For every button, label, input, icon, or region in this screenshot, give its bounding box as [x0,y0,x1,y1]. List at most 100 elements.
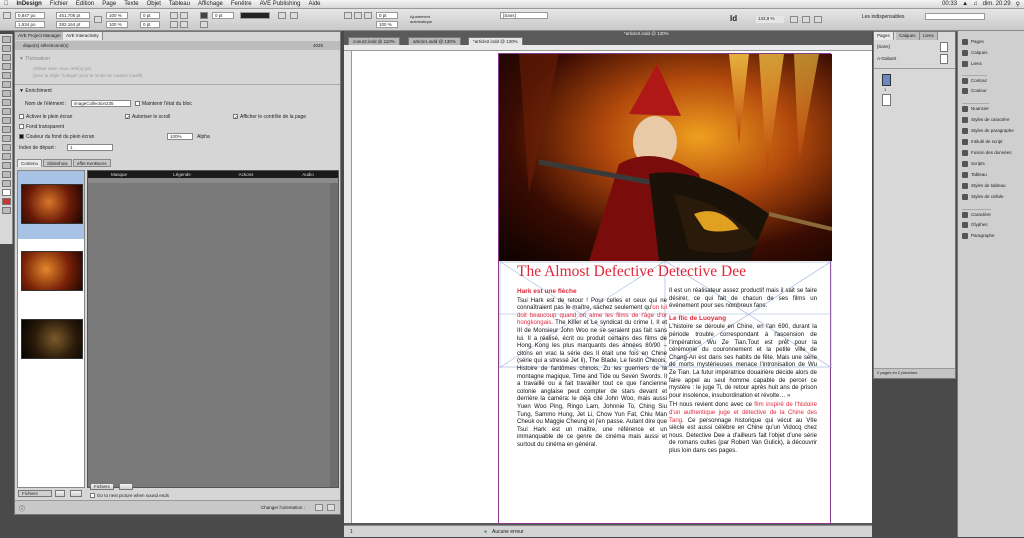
zoom-tool-icon[interactable] [1,180,11,187]
slide-thumbnail[interactable] [21,184,83,224]
fx-icon[interactable] [278,12,286,19]
x-field[interactable]: 0,847 po [15,12,45,19]
hand-tool-icon[interactable] [1,171,11,178]
stroke-icon[interactable] [1,198,11,205]
master-a-thumb[interactable] [940,54,948,64]
preview-mode-icon[interactable] [1,207,11,214]
type-tool-icon[interactable] [1,72,11,79]
panel-btn-nuancier[interactable]: Nuancier [962,103,990,113]
tab-contenu[interactable]: Contenu [17,159,43,167]
scale-y-field[interactable]: 100 % [106,21,128,28]
tab-calques[interactable]: Calques [896,32,920,40]
wifi-icon[interactable]: ▲ [962,1,968,7]
rectangle-tool-icon[interactable] [1,117,11,124]
scissors-tool-icon[interactable] [1,126,11,133]
table-row[interactable] [88,178,338,183]
constrain-proportions-icon[interactable] [94,16,102,23]
page-2-thumb[interactable] [882,94,891,106]
panel-btn-caractere[interactable]: Caractère [962,209,991,219]
search-field[interactable] [925,13,985,20]
note-tool-icon[interactable] [1,153,11,160]
swatch-dropdown[interactable]: [Sans] [500,12,548,19]
vertical-ruler[interactable] [344,51,352,523]
tab-kenburns[interactable]: effet KenBurns [73,159,111,167]
document-page[interactable]: The Almost Defective Detective Dee Hark … [498,53,832,524]
slide-thumbnail[interactable] [21,251,83,291]
gradient-tool-icon[interactable] [1,144,11,151]
column-audio[interactable]: Audio [278,171,338,178]
column-legende[interactable]: Légende [150,171,214,178]
stroke-type-dropdown[interactable] [240,12,270,19]
pen-tool-icon[interactable] [1,90,11,97]
files-dropdown[interactable]: Fichiers [18,490,52,497]
panel-btn-paragraphe[interactable]: Paragraphe [962,231,995,241]
tab-liens[interactable]: Liens [920,32,938,40]
menu-app[interactable]: InDesign [13,1,46,7]
rotate-cw-icon[interactable] [170,12,178,19]
width-field[interactable]: 451,705 pt [56,12,90,19]
master-none[interactable]: [Sans] [877,44,890,49]
tab-ave-interactivity[interactable]: AVE Interactivity [63,32,103,40]
menu-fichier[interactable]: Fichier [46,1,72,7]
article-title[interactable]: The Almost Defective Detective Dee [517,263,746,281]
panel-btn-tableau[interactable]: Tableau [962,170,987,180]
fullscreen-checkbox[interactable]: Activer le plein écran [19,114,72,120]
zoom-icon[interactable]: Id [730,14,737,23]
doc-tab-coeur2[interactable]: coeur2.indd @ 110% [348,37,400,45]
transparent-bg-checkbox[interactable]: Fond transparent [19,124,64,130]
stroke-weight-field[interactable]: 0 pt [212,12,234,19]
free-transform-tool-icon[interactable] [1,135,11,142]
panel-btn-couleur[interactable]: Couleur [962,86,987,96]
portrait-icon[interactable] [315,504,323,511]
page-number-field[interactable]: 1 [350,526,353,538]
master-none-thumb[interactable] [940,42,948,52]
fit-frame-icon[interactable] [354,12,362,19]
allow-scroll-checkbox[interactable]: ✓ Autoriser le scroll [125,114,170,121]
doc-tab-article2[interactable]: *article2.indd @ 130% [468,37,523,45]
clock[interactable]: dim. 20:29 [983,1,1011,7]
column-masque[interactable]: Masque [88,171,150,178]
panel-btn-char-styles[interactable]: Styles de caractère [962,115,1010,125]
arrange-docs-icon[interactable] [814,16,822,23]
preflight-status-icon[interactable]: ● [484,526,487,538]
reference-point-icon[interactable] [3,12,11,19]
spotlight-icon[interactable]: ⚲ [1016,1,1020,8]
panel-btn-cell-styles[interactable]: Styles de cellule [962,192,1004,202]
menu-fenetre[interactable]: Fenêtre [227,1,256,7]
panel-btn-pages[interactable]: Pages [962,37,984,47]
fill-icon[interactable] [1,189,11,196]
flip-h-icon[interactable] [170,21,178,28]
tab-ave-project-manager[interactable]: AVE Project Manager [15,32,65,40]
remove-slide-button[interactable] [70,490,82,497]
eyedropper-tool-icon[interactable] [1,162,11,169]
shear-field[interactable]: 0 pt [140,21,160,28]
element-name-input[interactable]: imageCollection235 [71,100,131,107]
pencil-tool-icon[interactable] [1,99,11,106]
panel-btn-scripts[interactable]: Scripts [962,159,985,169]
menu-page[interactable]: Page [98,1,120,7]
panel-btn-contour[interactable]: Contour [962,75,988,85]
menu-ave-publishing[interactable]: AVE Publishing [256,1,305,7]
workspace-switcher[interactable]: Les indispensables [862,14,905,20]
menu-affichage[interactable]: Affichage [194,1,227,7]
panel-btn-para-styles[interactable]: Styles de paragraphe [962,126,1014,136]
center-content-icon[interactable] [364,12,372,19]
stroke-pt-field[interactable]: 0 pt [376,12,398,19]
stroke-swatch-icon[interactable] [200,21,208,28]
panel-btn-liens[interactable]: Liens [962,59,982,69]
tab-slideshow[interactable]: Slideshow [43,159,72,167]
hero-photo[interactable] [499,54,832,261]
fit-content-icon[interactable] [344,12,352,19]
panel-btn-table-styles[interactable]: Styles de tableau [962,181,1006,191]
menu-aide[interactable]: Aide [304,1,324,7]
keep-state-checkbox[interactable]: Maintenir l'état du bloc [135,101,192,107]
show-controls-checkbox[interactable]: ✓ Afficher le contrôle de la page [233,114,306,121]
rectangle-frame-tool-icon[interactable] [1,108,11,115]
theme-section-toggle[interactable]: ▼ Thématiser [19,56,50,62]
bg-color-swatch[interactable]: Couleur du fond du plein écran [19,134,94,140]
menu-tableau[interactable]: Tableau [165,1,194,7]
line-tool-icon[interactable] [1,81,11,88]
selection-tool-icon[interactable] [1,36,11,43]
zoom-level-field[interactable]: 133,9 % [756,16,784,23]
drop-shadow-icon[interactable] [290,12,298,19]
